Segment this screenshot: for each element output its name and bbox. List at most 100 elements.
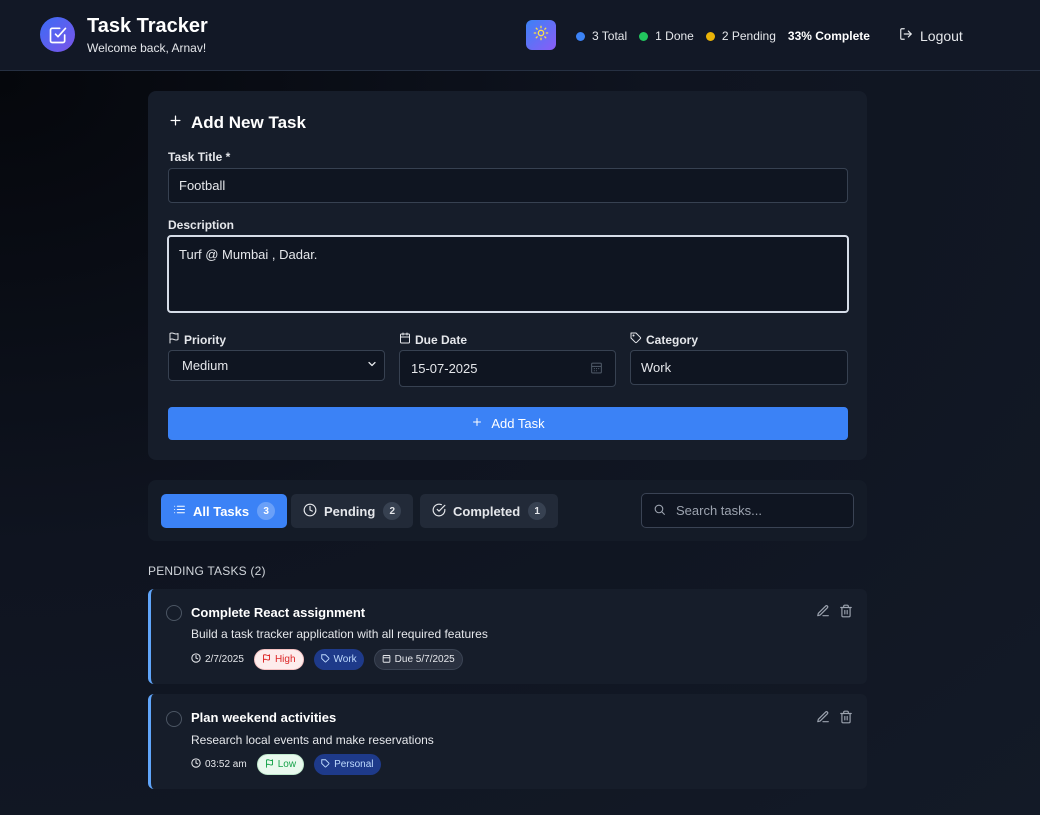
calendar-icon (399, 332, 415, 347)
task-description: Build a task tracker application with al… (191, 627, 488, 641)
task-meta: 03:52 am Low Personal (191, 754, 391, 775)
stat-done: 1 Done (639, 29, 694, 43)
tag-icon (321, 758, 334, 771)
welcome-message: Welcome back, Arnav! (87, 41, 207, 55)
edit-icon[interactable] (816, 710, 830, 724)
edit-icon[interactable] (816, 604, 830, 618)
priority-badge: Low (256, 754, 305, 775)
task-title-label: Task Title * (168, 150, 231, 164)
due-date-label-text: Due Date (415, 332, 468, 347)
stat-pending: 2 Pending (705, 29, 776, 43)
calendar-picker-icon[interactable] (590, 361, 603, 377)
logout-label: Logout (920, 27, 963, 44)
task-actions (807, 604, 853, 618)
priority-badge: High (253, 649, 304, 670)
task-card: Complete React assignment Build a task t… (148, 589, 867, 684)
logout-icon (899, 27, 920, 44)
search-placeholder: Search tasks... (676, 503, 762, 518)
category-badge-text: Work (333, 654, 357, 665)
plus-icon (471, 416, 491, 431)
task-card: Plan weekend activities Research local e… (148, 694, 867, 789)
app-header: Task Tracker Welcome back, Arnav! 3 Tota… (0, 0, 1040, 71)
tab-completed-count: 1 (528, 502, 547, 520)
flag-icon (265, 758, 278, 771)
tab-pending-label: Pending (324, 503, 376, 519)
stat-pending-label: 2 Pending (721, 29, 776, 43)
logout-button[interactable]: Logout (899, 27, 963, 44)
add-task-button[interactable]: Add Task (168, 407, 848, 440)
category-label: Category (630, 332, 698, 347)
priority-label-text: Priority (184, 332, 227, 347)
clock-icon (303, 503, 324, 520)
calendar-icon (382, 654, 395, 666)
add-task-card: Add New Task Task Title * Football Descr… (148, 91, 867, 460)
stat-complete: 33% Complete (787, 29, 870, 43)
tab-all-tasks-label: All Tasks (193, 503, 250, 519)
add-task-heading: Add New Task (168, 113, 306, 133)
list-icon (173, 503, 193, 519)
trash-icon[interactable] (839, 604, 853, 618)
chevron-down-icon (366, 358, 378, 373)
tab-pending-count: 2 (383, 502, 402, 520)
trash-icon[interactable] (839, 710, 853, 724)
total-dot-icon (576, 31, 585, 41)
priority-value: Medium (182, 358, 229, 373)
description-label: Description (168, 218, 235, 232)
task-stats: 3 Total 1 Done 2 Pending 33% Complete (576, 28, 882, 44)
add-task-button-label: Add Task (491, 416, 545, 431)
stat-total: 3 Total (576, 29, 627, 43)
search-icon (653, 503, 676, 519)
tab-pending[interactable]: Pending 2 (291, 494, 414, 528)
tag-icon (630, 332, 646, 347)
theme-toggle-button[interactable] (526, 20, 556, 50)
task-title-input[interactable]: Football (168, 168, 848, 203)
task-description: Research local events and make reservati… (191, 733, 434, 747)
search-input[interactable]: Search tasks... (641, 493, 854, 528)
task-complete-checkbox[interactable] (166, 711, 182, 727)
priority-select[interactable]: Medium (168, 350, 385, 381)
due-date-input[interactable]: 15-07-2025 (399, 350, 616, 387)
sun-icon (533, 25, 549, 46)
flag-icon (168, 332, 184, 347)
due-date-value: 15-07-2025 (411, 361, 478, 376)
stat-total-label: 3 Total (592, 29, 628, 43)
check-circle-icon (432, 503, 453, 520)
category-label-text: Category (646, 332, 699, 347)
description-textarea[interactable]: Turf @ Mumbai , Dadar. (167, 235, 849, 313)
task-title: Complete React assignment (191, 605, 366, 620)
app-title: Task Tracker (87, 15, 208, 37)
tab-completed-label: Completed (453, 503, 521, 519)
tab-completed[interactable]: Completed 1 (420, 494, 559, 528)
task-created: 2/7/2025 (191, 653, 244, 666)
done-dot-icon (639, 31, 649, 41)
task-created-text: 2/7/2025 (205, 654, 244, 665)
flag-icon (262, 653, 275, 666)
category-badge: Work (313, 649, 364, 670)
clock-icon (191, 653, 205, 666)
due-date-label: Due Date (399, 332, 467, 347)
tab-all-tasks[interactable]: All Tasks 3 (161, 494, 288, 528)
pending-section-heading: PENDING TASKS (2) (148, 564, 266, 578)
category-badge-text: Personal (334, 759, 374, 770)
due-badge: Due 5/7/2025 (373, 649, 463, 670)
task-title: Plan weekend activities (191, 710, 337, 725)
task-complete-checkbox[interactable] (166, 605, 182, 621)
clock-icon (191, 758, 205, 771)
due-badge-text: Due 5/7/2025 (394, 654, 455, 665)
tag-icon (320, 653, 334, 666)
app-logo-icon (40, 17, 75, 52)
filter-bar: All Tasks 3 Pending 2 Completed 1 Search… (148, 480, 867, 541)
priority-badge-text: High (274, 654, 296, 665)
tab-all-tasks-count: 3 (257, 502, 276, 520)
stat-done-label: 1 Done (655, 29, 694, 43)
add-task-heading-text: Add New Task (191, 113, 306, 132)
task-meta: 2/7/2025 High Work Due 5/7/2025 (191, 649, 473, 670)
task-created: 03:52 am (191, 758, 247, 771)
plus-icon (168, 113, 191, 133)
category-input[interactable]: Work (630, 350, 848, 385)
task-created-text: 03:52 am (205, 759, 247, 770)
task-actions (807, 710, 853, 724)
pending-dot-icon (705, 31, 715, 41)
category-badge: Personal (314, 754, 381, 775)
priority-badge-text: Low (277, 759, 297, 770)
